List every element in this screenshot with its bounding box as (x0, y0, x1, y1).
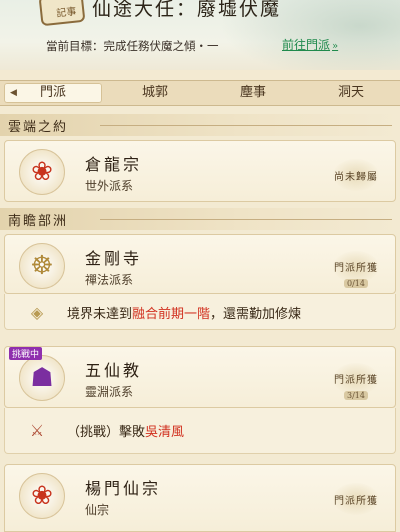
region-header-cloud: 雲端之約 (0, 114, 400, 136)
tab-city[interactable]: 城郭 (106, 81, 204, 105)
sect-card-jingang[interactable]: ☸ 金剛寺 禪法派系 門派所獲 0/14 (4, 234, 396, 294)
current-goal: 當前目標：完成任務伏魔之傾・一 (46, 39, 219, 53)
divider (100, 125, 392, 126)
double-chevron-icon: » (332, 41, 339, 52)
status-badge: 門派所獲 (331, 479, 381, 519)
status-badge: 尚未歸屬 (331, 155, 381, 195)
challenge-row: ⚔ （挑戰）擊敗吳清風 (4, 408, 396, 454)
status-badge: 門派所獲 0/14 (331, 249, 381, 289)
status-badge: 門派所獲 3/14 (331, 361, 381, 401)
tab-cave-heaven[interactable]: 洞天 (302, 81, 400, 105)
badge-label: 門派所獲 (333, 250, 379, 283)
badge-progress: 0/14 (344, 278, 368, 288)
req-pre: （挑戰）擊敗 (67, 425, 146, 440)
region-label: 雲端之約 (8, 120, 69, 135)
challenge-text: （挑戰）擊敗吳清風 (67, 421, 184, 440)
sect-name: 倉龍宗 (85, 155, 143, 174)
req-highlight: 吳清風 (145, 425, 185, 440)
sect-card-canglong[interactable]: ❀ 倉龍宗 世外派系 尚未歸屬 (4, 140, 396, 202)
demon-mask-icon: ☗ (19, 355, 65, 401)
tab-worldly-affairs[interactable]: 塵事 (204, 81, 302, 105)
lotus-buddha-icon: ☸ (19, 243, 65, 289)
scroll-icon-label: 記事 (55, 6, 77, 20)
diamond-emblem-icon: ◈ (30, 302, 44, 322)
sect-type: 世外派系 (85, 179, 134, 193)
quest-header: 記事 仙途大任：廢墟伏魔 當前目標：完成任務伏魔之傾・一 前往門派» (0, 0, 400, 70)
sect-type: 禪法派系 (85, 273, 134, 287)
tab-sect[interactable]: 門派 (4, 83, 102, 103)
fire-lotus-icon: ❀ (19, 473, 65, 519)
sect-name: 楊門仙宗 (85, 479, 162, 498)
region-header-nanzhan: 南瞻部洲 (0, 208, 400, 230)
badge-label: 尚未歸屬 (333, 159, 379, 191)
badge-label: 門派所獲 (333, 483, 379, 515)
crossed-swords-icon: ⚔ (29, 420, 45, 440)
category-tabs: 門派 城郭 塵事 洞天 (0, 80, 400, 106)
quest-scroll-icon[interactable]: 記事 (38, 0, 86, 27)
sect-type: 仙宗 (85, 503, 110, 517)
goto-sect-link[interactable]: 前往門派» (282, 36, 338, 53)
challenge-tag: 挑戰中 (9, 347, 43, 360)
sect-type: 靈淵派系 (85, 385, 134, 399)
goto-sect-label: 前往門派 (282, 38, 331, 52)
divider (100, 219, 392, 220)
req-post: ，還需勤加修煉 (210, 307, 302, 322)
badge-label: 門派所獲 (333, 362, 379, 395)
sect-card-wuxian[interactable]: ☗ 挑戰中 五仙教 靈淵派系 門派所獲 3/14 (4, 346, 396, 408)
requirement-row: ◈ 境界未達到融合前期一階，還需勤加修煉 (4, 294, 396, 330)
req-pre: 境界未達到 (67, 307, 133, 322)
sect-card-yangmen[interactable]: ❀ 楊門仙宗 仙宗 門派所獲 (4, 464, 396, 532)
sect-name: 金剛寺 (85, 249, 143, 268)
fire-lotus-icon: ❀ (19, 149, 65, 195)
region-label: 南瞻部洲 (8, 214, 69, 229)
req-highlight: 融合前期一階 (132, 307, 211, 322)
quest-title: 仙途大任：廢墟伏魔 (92, 0, 282, 20)
sect-name: 五仙教 (85, 361, 143, 380)
requirement-text: 境界未達到融合前期一階，還需勤加修煉 (67, 303, 301, 322)
badge-progress: 3/14 (344, 390, 368, 400)
